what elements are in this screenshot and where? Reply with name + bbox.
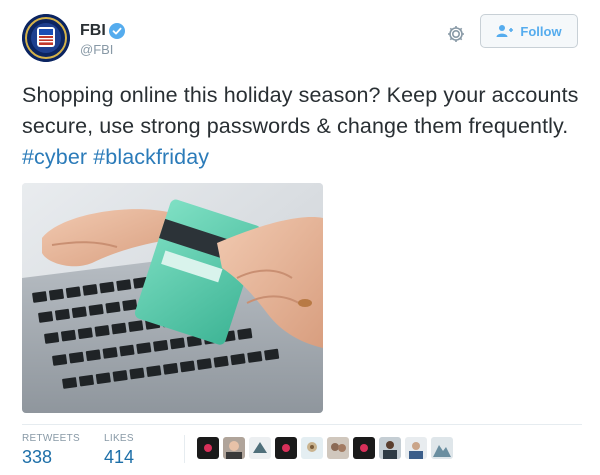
- avatar[interactable]: [353, 437, 375, 459]
- tweet-photo[interactable]: [22, 183, 323, 413]
- retweets-stat[interactable]: RETWEETS 338: [22, 433, 80, 468]
- follow-button[interactable]: Follow: [480, 14, 578, 48]
- avatar[interactable]: [301, 437, 323, 459]
- tweet-header: FBI @FBI Follow: [22, 12, 582, 64]
- gear-icon[interactable]: [445, 23, 467, 45]
- stats-divider: [184, 435, 185, 463]
- avatar[interactable]: [197, 437, 219, 459]
- avatar[interactable]: [249, 437, 271, 459]
- avatar[interactable]: [431, 437, 453, 459]
- tweet-text: Shopping online this holiday season? Kee…: [22, 80, 582, 173]
- avatar[interactable]: [223, 437, 245, 459]
- retweets-label: RETWEETS: [22, 433, 80, 444]
- likes-stat[interactable]: LIKES 414: [104, 433, 134, 468]
- avatar[interactable]: [405, 437, 427, 459]
- tweet-stats: RETWEETS 338 LIKES 414: [22, 424, 582, 470]
- liker-avatars: [197, 437, 453, 459]
- likes-label: LIKES: [104, 433, 134, 444]
- avatar[interactable]: [327, 437, 349, 459]
- retweets-count: 338: [22, 447, 53, 467]
- account-name[interactable]: FBI: [80, 22, 106, 40]
- avatar[interactable]: [379, 437, 401, 459]
- verified-badge-icon: [108, 23, 125, 39]
- tweet-body: Shopping online this holiday season? Kee…: [22, 83, 579, 138]
- likes-count: 414: [104, 447, 135, 467]
- fbi-seal-icon[interactable]: [22, 14, 70, 62]
- account-handle[interactable]: @FBI: [80, 42, 113, 57]
- avatar[interactable]: [275, 437, 297, 459]
- hashtag-cyber[interactable]: #cyber: [22, 145, 87, 169]
- add-user-icon: [496, 25, 514, 37]
- follow-label: Follow: [520, 23, 562, 39]
- hashtag-blackfriday[interactable]: #blackfriday: [93, 145, 209, 169]
